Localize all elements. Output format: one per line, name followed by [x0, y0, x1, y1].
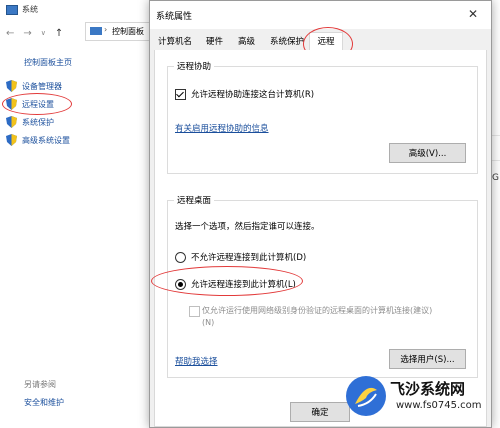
forward-arrow-icon[interactable]: →: [23, 28, 31, 39]
system-window-icon: [6, 5, 18, 15]
allow-remote-assistance-row[interactable]: 允许远程协助连接这台计算机(R): [175, 88, 314, 100]
advanced-button[interactable]: 高级(V)...: [389, 143, 466, 163]
control-panel-home-link[interactable]: 控制面板主页: [24, 57, 72, 68]
logo-badge-icon: [346, 376, 386, 416]
recent-chevron-icon[interactable]: ∨: [41, 29, 46, 37]
group-title: 远程协助: [174, 60, 215, 72]
breadcrumb-separator-icon: ›: [104, 25, 108, 34]
shield-icon: [6, 134, 17, 146]
nla-checkbox[interactable]: [189, 306, 200, 317]
up-arrow-icon[interactable]: ↑: [55, 28, 63, 39]
disallow-radio[interactable]: [175, 251, 186, 263]
remote-assistance-group: 远程协助 允许远程协助连接这台计算机(R) 有关启用远程协助的信息 高级(V).…: [167, 60, 478, 174]
shield-icon: [6, 80, 17, 92]
tab-computer-name[interactable]: 计算机名: [158, 35, 202, 49]
sidebar-item-system-protection[interactable]: 系统保护: [6, 116, 54, 128]
sidebar-item-label: 高级系统设置: [22, 135, 70, 145]
security-maintenance-link[interactable]: 安全和维护: [24, 397, 64, 408]
tab-advanced[interactable]: 高级: [238, 35, 262, 49]
remote-assistance-info-link[interactable]: 有关启用远程协助的信息: [175, 122, 269, 134]
address-bar[interactable]: › 控制面板: [85, 22, 157, 41]
radio-disallow-row[interactable]: 不允许远程连接到此计算机(D): [175, 251, 306, 263]
dialog-titlebar: 系统属性 ✕: [150, 1, 491, 29]
select-users-button[interactable]: 选择用户(S)...: [389, 349, 466, 369]
help-me-choose-link[interactable]: 帮助我选择: [175, 355, 218, 367]
system-properties-dialog: 系统属性 ✕ 计算机名 硬件 高级 系统保护 远程 远程协助 允许远程协助连接这…: [149, 0, 492, 428]
sidebar-item-label: 系统保护: [22, 117, 54, 127]
back-arrow-icon[interactable]: ←: [6, 28, 14, 39]
dialog-title: 系统属性: [156, 12, 193, 22]
watermark-url: www.fs0745.com: [396, 400, 482, 411]
remote-desktop-instruction: 选择一个选项，然后指定谁可以连接。: [175, 222, 320, 232]
shield-icon: [6, 116, 17, 128]
annotation-oval-allow-option: [151, 266, 303, 296]
logo-mark-icon: [355, 387, 377, 407]
system-window-title: 系统: [22, 5, 38, 14]
radio-label: 不允许远程连接到此计算机(D): [191, 253, 307, 263]
allow-remote-assistance-checkbox[interactable]: [175, 88, 186, 100]
right-edge-text: G: [492, 173, 499, 183]
tab-hardware[interactable]: 硬件: [206, 35, 230, 49]
close-icon[interactable]: ✕: [468, 7, 478, 21]
nav-buttons: ← → ∨ ↑: [6, 26, 63, 40]
sidebar-item-device-manager[interactable]: 设备管理器: [6, 80, 62, 92]
see-also-heading: 另请参阅: [24, 380, 56, 389]
monitor-icon: [90, 27, 102, 35]
address-text: 控制面板: [112, 27, 144, 36]
group-title: 远程桌面: [174, 194, 215, 206]
nla-label-shortcut: (N): [202, 318, 215, 327]
watermark-name: 飞沙系统网: [390, 380, 466, 398]
annotation-oval-remote-settings: [2, 93, 72, 115]
checkbox-label: 允许远程协助连接这台计算机(R): [191, 90, 315, 100]
sidebar-item-label: 设备管理器: [22, 81, 62, 91]
nla-label: 仅允许运行使用网络级别身份验证的远程桌面的计算机连接(建议): [202, 306, 433, 315]
nla-option[interactable]: 仅允许运行使用网络级别身份验证的远程桌面的计算机连接(建议) (N): [189, 305, 459, 327]
watermark-logo: 飞沙系统网 www.fs0745.com: [338, 370, 500, 426]
sidebar-item-advanced-system-settings[interactable]: 高级系统设置: [6, 134, 70, 146]
